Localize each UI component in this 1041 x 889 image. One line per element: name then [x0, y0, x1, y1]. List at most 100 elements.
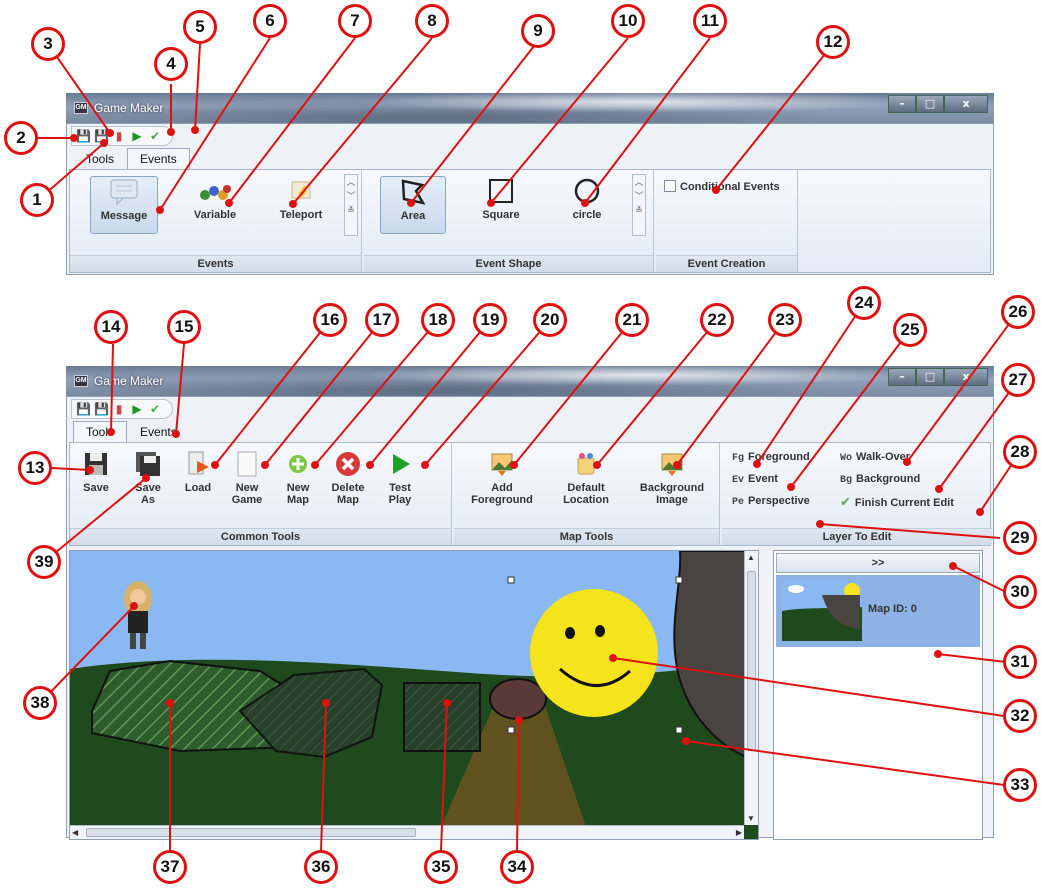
scroll-left-arrow[interactable]: ◀ — [72, 828, 78, 837]
minimize-button[interactable]: – — [888, 368, 916, 386]
callout-6: 6 — [253, 4, 287, 38]
default-location-button[interactable]: Default Location — [548, 449, 624, 513]
map-scene[interactable] — [70, 550, 759, 839]
callout-1: 1 — [20, 183, 54, 217]
vertical-scrollbar[interactable]: ▲ ▼ — [744, 551, 758, 825]
selection-handle[interactable] — [675, 726, 683, 734]
callout-22: 22 — [700, 303, 734, 337]
callout-38: 38 — [23, 686, 57, 720]
message-icon — [110, 179, 138, 206]
callout-4: 4 — [154, 47, 188, 81]
minimize-button[interactable]: – — [888, 95, 916, 113]
test-play-button[interactable]: Test Play — [378, 449, 422, 513]
scroll-thumb[interactable] — [747, 571, 756, 751]
scroll-right-arrow[interactable]: ▶ — [736, 828, 742, 837]
layer-walk-over[interactable]: Wo Walk-Over — [840, 451, 910, 464]
tab-events[interactable]: Events — [127, 421, 190, 443]
save-as-button[interactable]: Save As — [126, 449, 170, 513]
load-icon[interactable]: ▮ — [112, 129, 126, 143]
conditional-events-checkbox[interactable]: Conditional Events — [664, 180, 780, 193]
scroll-up-arrow[interactable]: ▲ — [747, 553, 755, 562]
map-tools-group-label: Map Tools — [454, 528, 719, 545]
square-icon — [489, 179, 513, 203]
square-button[interactable]: Square — [468, 176, 534, 234]
map-list-item[interactable]: Map ID: 0 — [776, 575, 980, 647]
save-as-icon[interactable]: 💾 — [94, 402, 109, 416]
variable-button[interactable]: Variable — [180, 176, 250, 234]
message-label: Message — [100, 210, 148, 222]
background-image-button[interactable]: Background Image — [630, 449, 714, 513]
delete-map-button[interactable]: Delete Map — [324, 449, 372, 513]
horizontal-scrollbar[interactable]: ◀ ▶ — [70, 825, 744, 839]
selection-handle[interactable] — [507, 576, 515, 584]
maximize-button[interactable]: □ — [916, 95, 944, 113]
callout-15: 15 — [167, 310, 201, 344]
save-as-icon[interactable]: 💾 — [94, 129, 109, 143]
scroll-down-arrow[interactable]: ▼ — [747, 814, 755, 823]
layer-to-edit-group: Fg Foreground Ev Event Pe Perspective Wo Wal… — [722, 443, 992, 545]
maximize-button[interactable]: □ — [916, 368, 944, 386]
expand-button[interactable]: >> — [776, 553, 980, 573]
save-icon[interactable]: 💾 — [76, 402, 91, 416]
callout-16: 16 — [313, 303, 347, 337]
callout-24: 24 — [847, 286, 881, 320]
scroll-thumb[interactable] — [86, 828, 416, 837]
tab-tools[interactable]: Tools — [73, 148, 127, 170]
layer-foreground[interactable]: Fg Foreground — [732, 451, 810, 464]
load-icon[interactable]: ▮ — [112, 402, 126, 416]
message-button[interactable]: Message — [90, 176, 158, 234]
save-as-label-1: Save — [135, 482, 161, 494]
checkbox-box[interactable] — [664, 180, 676, 192]
new-map-button[interactable]: New Map — [276, 449, 320, 513]
close-button[interactable]: x — [944, 368, 988, 386]
tab-tools[interactable]: Tools — [73, 421, 128, 443]
close-button[interactable]: x — [944, 95, 988, 113]
tab-events[interactable]: Events — [127, 148, 190, 170]
check-icon[interactable]: ✔ — [148, 129, 162, 143]
map-canvas[interactable]: ◀ ▶ ▲ ▼ — [69, 550, 759, 840]
layer-event[interactable]: Ev Event — [732, 473, 778, 486]
callout-2: 2 — [4, 121, 38, 155]
callout-9: 9 — [521, 14, 555, 48]
add-foreground-button[interactable]: Add Foreground — [460, 449, 544, 513]
area-button[interactable]: Area — [380, 176, 446, 234]
callout-12: 12 — [816, 25, 850, 59]
callout-13: 13 — [18, 451, 52, 485]
circle-label: circle — [572, 209, 602, 221]
callout-28: 28 — [1003, 435, 1037, 469]
callout-33: 33 — [1003, 768, 1037, 802]
teleport-label: Teleport — [279, 209, 323, 221]
events-gallery-scroll[interactable]: ︿ ﹀ ≚ — [344, 174, 358, 236]
teleport-button[interactable]: Teleport — [266, 176, 336, 234]
save-button[interactable]: Save — [76, 449, 116, 513]
circle-button[interactable]: circle — [554, 176, 620, 234]
window-body: 💾 💾 ▮ ▶ ✔ Tools Events Message Variable — [66, 123, 994, 275]
event-shape-group-label: Event Shape — [364, 255, 653, 272]
load-button[interactable]: Load — [176, 449, 220, 513]
callout-39: 39 — [27, 545, 61, 579]
selection-handle[interactable] — [507, 726, 515, 734]
new-document-icon — [237, 451, 257, 477]
callout-27: 27 — [1001, 363, 1035, 397]
finish-current-edit[interactable]: ✔ Finish Current Edit — [840, 495, 954, 510]
map-thumbnail — [782, 581, 862, 641]
check-icon[interactable]: ✔ — [148, 402, 162, 416]
layer-perspective[interactable]: Pe Perspective — [732, 495, 810, 508]
play-icon[interactable]: ▶ — [130, 129, 144, 143]
callout-10: 10 — [611, 4, 645, 38]
area-label: Area — [400, 210, 426, 222]
callout-30: 30 — [1003, 575, 1037, 609]
variable-icon — [200, 185, 231, 200]
shape-gallery-scroll[interactable]: ︿ ﹀ ≚ — [632, 174, 646, 236]
save-icon[interactable]: 💾 — [76, 129, 91, 143]
selection-handle[interactable] — [675, 576, 683, 584]
circle-event-shape[interactable] — [489, 678, 547, 720]
conditional-events-label: Conditional Events — [680, 181, 780, 193]
new-game-button[interactable]: New Game — [224, 449, 270, 513]
background-image-icon — [661, 453, 683, 476]
square-event-shape[interactable] — [403, 682, 481, 752]
play-icon[interactable]: ▶ — [130, 402, 144, 416]
layer-background[interactable]: Bg Background — [840, 473, 920, 486]
picture-arrow-icon — [491, 453, 513, 476]
callout-34: 34 — [500, 850, 534, 884]
